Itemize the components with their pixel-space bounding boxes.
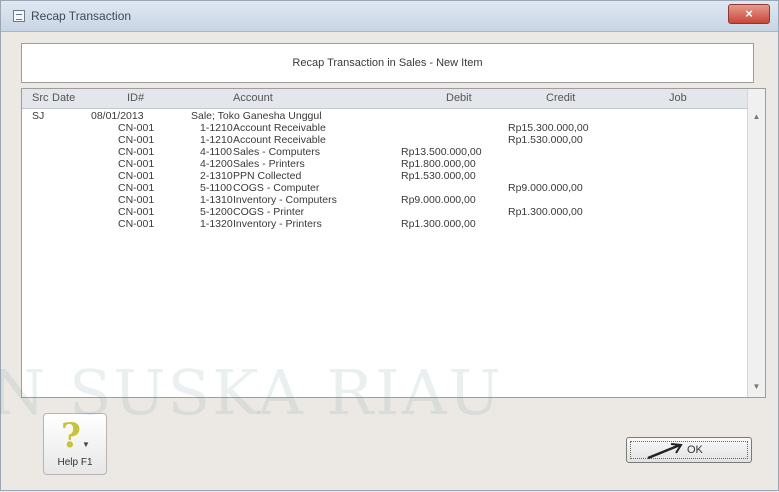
help-button[interactable]: ? ▼ Help F1 xyxy=(43,413,107,475)
column-header-credit[interactable]: Credit xyxy=(546,92,575,104)
cell-debit: Rp1.800.000,00 xyxy=(401,158,476,170)
scroll-down-arrow-icon[interactable]: ▼ xyxy=(748,379,765,395)
table-row[interactable]: CN-001 5-1200 COGS - Printer Rp1.300.000,00 xyxy=(22,206,749,218)
cell-account-number: 4-1100 xyxy=(200,146,232,158)
cell-account-name: PPN Collected xyxy=(233,170,302,182)
help-label: Help F1 xyxy=(57,457,93,468)
cell-id: CN-001 xyxy=(118,218,155,230)
cell-credit: Rp1.300.000,00 xyxy=(508,206,583,218)
grid-rows: SJ 08/01/2013 Sale; Toko Ganesha Unggul … xyxy=(22,110,749,230)
column-header-id[interactable]: ID# xyxy=(127,92,144,104)
table-row-header[interactable]: SJ 08/01/2013 Sale; Toko Ganesha Unggul xyxy=(22,110,749,122)
cell-debit: Rp13.500.000,00 xyxy=(401,146,482,158)
scroll-up-arrow-icon[interactable]: ▲ xyxy=(748,109,765,125)
cell-account-number: 1-1310 xyxy=(200,194,233,206)
cell-date: 08/01/2013 xyxy=(91,110,144,122)
recap-header-box: Recap Transaction in Sales - New Item xyxy=(21,43,754,83)
table-row[interactable]: CN-001 5-1100 COGS - Computer Rp9.000.000,0… xyxy=(22,182,749,194)
cell-account-name: Sales - Printers xyxy=(233,158,305,170)
cell-account-number: 1-1210 xyxy=(200,134,233,146)
cell-id: CN-001 xyxy=(118,146,155,158)
cell-account-name: Inventory - Computers xyxy=(233,194,337,206)
window-title: Recap Transaction xyxy=(31,9,132,23)
column-header-date[interactable]: Date xyxy=(52,92,75,104)
cell-account-number: 5-1100 xyxy=(200,182,232,194)
column-header-debit[interactable]: Debit xyxy=(446,92,472,104)
close-button[interactable]: × xyxy=(728,4,770,24)
cell-id: CN-001 xyxy=(118,194,155,206)
vertical-scrollbar[interactable]: ▲ ▼ xyxy=(747,89,765,397)
cell-debit: Rp9.000.000,00 xyxy=(401,194,476,206)
recap-transaction-window: Recap Transaction × Recap Transaction in… xyxy=(0,0,779,491)
table-row[interactable]: CN-001 1-1310 Inventory - Computers Rp9.000… xyxy=(22,194,749,206)
cell-id: CN-001 xyxy=(118,134,155,146)
table-row[interactable]: CN-001 2-1310 PPN Collected Rp1.530.000,00 xyxy=(22,170,749,182)
cell-account-number: 2-1310 xyxy=(200,170,233,182)
cell-account-number: 4-1200 xyxy=(200,158,233,170)
cell-id: CN-001 xyxy=(118,182,155,194)
column-header-job[interactable]: Job xyxy=(669,92,687,104)
cell-id: CN-001 xyxy=(118,206,155,218)
question-mark-icon: ? xyxy=(61,416,81,456)
table-row[interactable]: CN-001 1-1320 Inventory - Printers Rp1.300.… xyxy=(22,218,749,230)
column-header-src[interactable]: Src xyxy=(32,92,49,104)
cell-account-name: COGS - Printer xyxy=(233,206,305,218)
cell-id: CN-001 xyxy=(118,122,155,134)
dropdown-caret-icon: ▼ xyxy=(82,440,90,449)
column-header-account[interactable]: Account xyxy=(233,92,273,104)
recap-header-text: Recap Transaction in Sales - New Item xyxy=(292,57,483,69)
cell-account-number: 5-1200 xyxy=(200,206,233,218)
cell-credit: Rp9.000.000,00 xyxy=(508,182,583,194)
cell-id: CN-001 xyxy=(118,170,155,182)
cell-credit: Rp1.530.000,00 xyxy=(508,134,583,146)
cell-credit: Rp15.300.000,00 xyxy=(508,122,589,134)
cell-account-name: Sales - Computers xyxy=(233,146,320,158)
cell-account-number: 1-1210 xyxy=(200,122,233,134)
cell-account-name: Account Receivable xyxy=(233,122,326,134)
cell-src: SJ xyxy=(32,110,45,122)
table-row[interactable]: CN-001 4-1100 Sales - Computers Rp13.500.00… xyxy=(22,146,749,158)
cell-account-name: Account Receivable xyxy=(233,134,326,146)
table-row[interactable]: CN-001 1-1210 Account Receivable Rp1.530.00… xyxy=(22,134,749,146)
cell-id: CN-001 xyxy=(118,158,155,170)
cell-debit: Rp1.530.000,00 xyxy=(401,170,476,182)
ok-button[interactable]: OK xyxy=(626,437,752,463)
cell-account-name: Inventory - Printers xyxy=(233,218,322,230)
transaction-grid[interactable]: Src Date ID# Account Debit Credit Job SJ… xyxy=(21,88,766,398)
window-icon xyxy=(13,10,25,22)
ok-label: OK xyxy=(687,444,703,456)
ok-checkmark-icon xyxy=(647,443,683,460)
cell-debit: Rp1.300.000,00 xyxy=(401,218,476,230)
grid-header: Src Date ID# Account Debit Credit Job xyxy=(22,89,749,109)
table-row[interactable]: CN-001 1-1210 Account Receivable Rp15.300.0… xyxy=(22,122,749,134)
cell-account-name: COGS - Computer xyxy=(233,182,320,194)
cell-account-number: 1-1320 xyxy=(200,218,233,230)
title-bar[interactable]: Recap Transaction × xyxy=(1,1,778,32)
cell-description: Sale; Toko Ganesha Unggul xyxy=(191,110,322,122)
table-row[interactable]: CN-001 4-1200 Sales - Printers Rp1.800.000,… xyxy=(22,158,749,170)
